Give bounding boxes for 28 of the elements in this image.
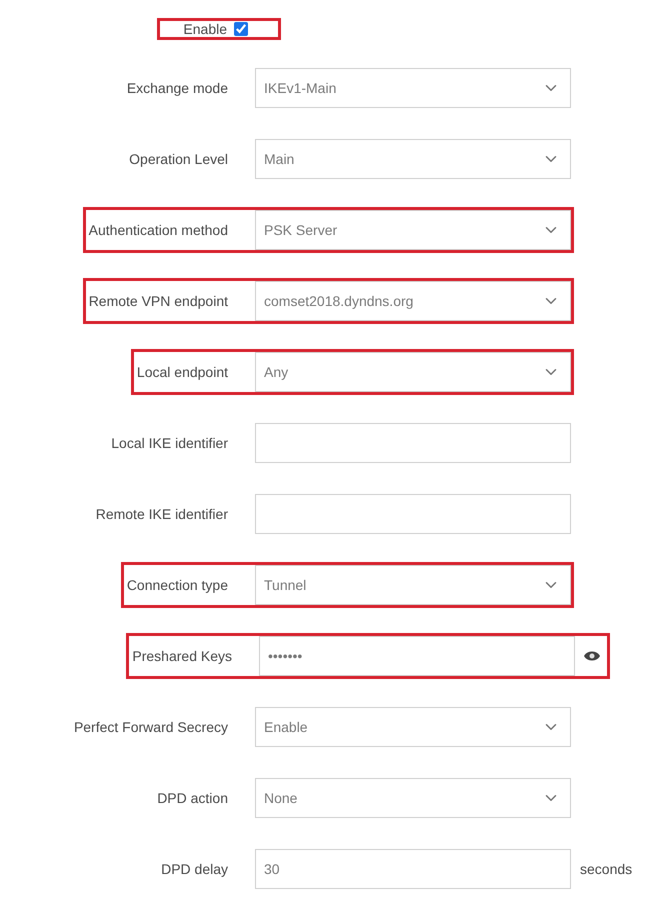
- field-label: Enable: [183, 21, 227, 37]
- password-field[interactable]: •••••••: [259, 636, 575, 676]
- dropdown-select[interactable]: Main: [255, 139, 571, 179]
- unit-label: seconds: [580, 861, 634, 877]
- dropdown-select[interactable]: PSK Server: [255, 210, 571, 250]
- field-label: Authentication method: [88, 222, 228, 238]
- field-label: Local IKE identifier: [111, 435, 228, 451]
- input-field[interactable]: [255, 423, 571, 463]
- field-label: Operation Level: [129, 151, 228, 167]
- input-field[interactable]: 30: [255, 849, 571, 889]
- field-label: Remote IKE identifier: [96, 506, 228, 522]
- dropdown-select[interactable]: IKEv1-Main: [255, 68, 571, 108]
- field-label: Perfect Forward Secrecy: [74, 719, 228, 735]
- field-label: Preshared Keys: [132, 648, 232, 664]
- enable-checkbox[interactable]: [234, 22, 248, 36]
- field-label: Local endpoint: [136, 364, 228, 380]
- dropdown-select[interactable]: Enable: [255, 707, 571, 747]
- field-label: Connection type: [126, 577, 228, 593]
- field-label: DPD action: [157, 790, 228, 806]
- dropdown-select[interactable]: Tunnel: [255, 565, 571, 605]
- dropdown-select[interactable]: None: [255, 778, 571, 818]
- field-label: DPD delay: [161, 861, 228, 877]
- dropdown-select[interactable]: comset2018.dyndns.org: [255, 281, 571, 321]
- dropdown-select[interactable]: Any: [255, 352, 571, 392]
- field-label: Remote VPN endpoint: [88, 293, 228, 309]
- eye-icon[interactable]: [583, 650, 601, 662]
- field-label: Exchange mode: [126, 80, 228, 96]
- input-field[interactable]: [255, 494, 571, 534]
